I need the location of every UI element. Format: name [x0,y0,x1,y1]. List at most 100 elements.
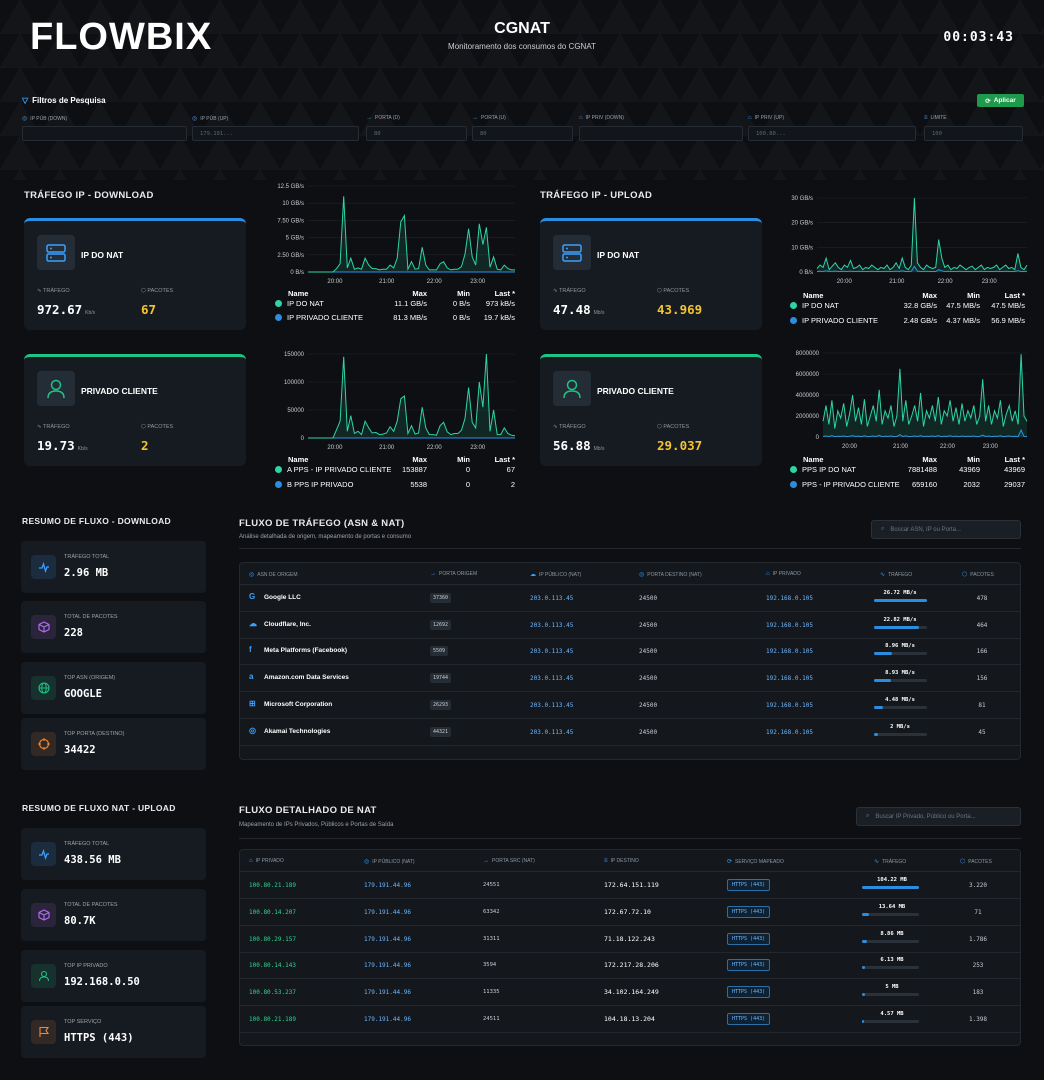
legend-item[interactable]: PPS - IP PRIVADO CLIENTE 659160 2032 29037 [790,480,1025,490]
legend-item[interactable]: A PPS - IP PRIVADO CLIENTE 153887 0 67 [275,465,515,475]
packets: 81 [978,701,986,709]
legend-item[interactable]: PPS IP DO NAT 7881488 43969 43969 [790,465,1025,475]
table-row[interactable]: 100.80.14.143 179.191.44.96 3594 172.217.28… [240,952,1020,980]
traffic-bar [874,652,927,656]
header-icon: ⌂ [249,858,253,864]
apply-button[interactable]: ⟳ Aplicar [977,94,1024,107]
traffic-bar [874,625,927,629]
filter-label: ⌂ IP PRIV (UP) [748,115,784,121]
refresh-icon: ⟳ [985,97,991,105]
column-header[interactable]: ∿ TRÁFEGO [874,858,906,866]
packets-label: ⬡ PACOTES [141,424,173,430]
table-row[interactable]: 100.80.21.189 179.191.44.96 24511 104.18.13… [240,1006,1020,1033]
ip-destino: 34.102.164.249 [604,988,659,997]
header-text: IP PRIVADO [772,571,801,577]
legend-item[interactable]: IP PRIVADO CLIENTE 2.48 GB/s 4.37 MB/s 56.9… [790,316,1025,326]
legend-series-last: 47.5 MB/s [991,301,1025,310]
x-tick-label: 22:00 [940,444,956,450]
table-row[interactable]: 100.80.14.207 179.191.44.96 63342 172.67.72… [240,899,1020,926]
column-header[interactable]: ⌂ IP PRIVADO [766,571,801,577]
windows-icon: ⊞ [249,698,256,708]
x-tick-label: 20:00 [842,444,858,450]
service-badge: HTTPS (443) [727,932,771,945]
summary-label: TOTAL DE PACOTES [64,902,118,908]
table-row[interactable]: ◎ Akamai Technologies 44321 203.0.113.45 245… [240,719,1020,746]
legend-dot [275,481,282,488]
column-header[interactable]: → PORTA SRC (NAT) [483,858,535,864]
legend-header-name: Name [803,455,824,464]
port-badge: 44321 [430,726,452,737]
series-area [823,354,1027,437]
legend-header-name: Name [803,291,824,300]
column-header[interactable]: ◎ IP PÚBLICO (NAT) [364,858,415,866]
legend-dot [275,300,282,307]
column-header[interactable]: ◎ ASN DE ORIGEM [249,571,298,579]
filter-input[interactable]: 80 [366,126,467,141]
nat-search-input[interactable]: ⌕ Buscar IP Privado, Público ou Porta... [856,807,1021,826]
table-row[interactable]: ⊞ Microsoft Corporation 26293 203.0.113.45 2… [240,692,1020,719]
traffic-label: ∿ TRÁFEGO [553,424,586,430]
filter-input[interactable]: 100.80... [748,126,916,141]
column-header[interactable]: ☁ IP PÚBLICO (NAT) [530,571,581,579]
traffic-bar-fill [862,939,868,943]
filter-field-icon: → [366,115,372,121]
header-icon: ◎ [249,572,255,578]
table-row[interactable]: a Amazon.com Data Services 19744 203.0.113.… [240,665,1020,693]
traffic-bar-fill [862,993,865,997]
legend-item[interactable]: B PPS IP PRIVADO 5538 0 2 [275,480,515,490]
legend-series-max: 11.1 GB/s [394,299,427,308]
table-row[interactable]: 100.80.21.189 179.191.44.96 24551 172.64.15… [240,872,1020,899]
header-text: PORTA DESTINO (NAT) [647,571,702,578]
filter-input[interactable]: 80 [472,126,573,141]
traffic-label-text: TRÁFEGO [559,424,586,430]
packets: 166 [976,648,988,656]
x-tick-label: 21:00 [379,279,395,285]
filters-title: ▽ Filtros de Pesquisa [22,96,106,105]
legend-series-min: 0 B/s [452,313,470,322]
column-header[interactable]: ⬡ PACOTES [962,571,994,579]
apply-label: Aplicar [993,97,1016,104]
line-chart-ul_bytes: 0 B/s 10 GB/s 20 GB/s 30 GB/s 20:00 21:00 22:0… [791,196,1028,285]
column-header[interactable]: → PORTA ORIGEM [430,571,477,577]
legend-dot [275,314,282,321]
column-header[interactable]: ∿ TRÁFEGO [880,571,912,579]
y-tick-label: 0 B/s [290,270,304,276]
traffic-value: 8.86 MB [880,930,904,937]
column-header[interactable]: ≡ IP DESTINO [604,858,639,864]
header-text: PACOTES [968,858,992,865]
column-header[interactable]: ⟳ SERVIÇO MAPEADO [727,858,784,866]
legend-series-max: 659160 [911,480,937,489]
filter-input[interactable]: 100 [924,126,1023,141]
ip-privado: 100.80.21.189 [249,882,296,889]
table-row[interactable]: 100.80.53.237 179.191.44.96 11335 34.102.16… [240,979,1020,1007]
table-row[interactable]: f Meta Platforms (Facebook) 5509 203.0.113.… [240,638,1020,666]
asn-search-input[interactable]: ⌕ Buscar ASN, IP ou Porta... [871,520,1021,539]
traffic-bar-fill [862,886,919,889]
legend-item[interactable]: IP DO NAT 32.8 GB/s 47.5 MB/s 47.5 MB/s [790,301,1025,311]
legend-item[interactable]: IP DO NAT 11.1 GB/s 0 B/s 973 kB/s [275,299,515,309]
service-badge: HTTPS (443) [727,879,771,891]
filter-input[interactable] [579,126,743,141]
header-icon: ≡ [604,858,608,864]
table-row[interactable]: G Google LLC 37360 203.0.113.45 24500 192.168… [240,585,1020,612]
filter-label: ⌂ IP PRIV (DOWN) [579,115,624,121]
user-icon [31,964,56,988]
activity-icon [31,555,56,579]
column-header[interactable]: ⬡ PACOTES [960,858,992,866]
traffic-label-text: TRÁFEGO [43,424,70,430]
table-row[interactable]: ☁ Cloudflare, Inc. 12692 203.0.113.45 24500 1… [240,612,1020,639]
column-header[interactable]: ⌂ IP PRIVADO [249,858,284,864]
packets: 156 [976,675,988,683]
port-badge: 5509 [430,646,449,657]
table-row[interactable]: 100.80.29.157 179.191.44.96 31311 71.18.122… [240,926,1020,953]
filter-input[interactable]: 179.191... [192,126,359,141]
traffic-value: 972.67 Kb/s [37,302,95,317]
upload-client-card: PRIVADO CLIENTE ∿ TRÁFEGO 56.88 Mb/s ⬡ PA… [540,354,762,466]
legend-item[interactable]: IP PRIVADO CLIENTE 81.3 MB/s 0 B/s 19.7 kB/… [275,313,515,323]
ip-privado: 192.168.0.105 [766,621,813,629]
filter-input[interactable] [22,126,187,141]
column-header[interactable]: ◎ PORTA DESTINO (NAT) [639,571,702,579]
header-icon: ∿ [880,572,886,578]
legend-series-name: IP PRIVADO CLIENTE [802,316,878,325]
legend-dot [275,466,282,473]
